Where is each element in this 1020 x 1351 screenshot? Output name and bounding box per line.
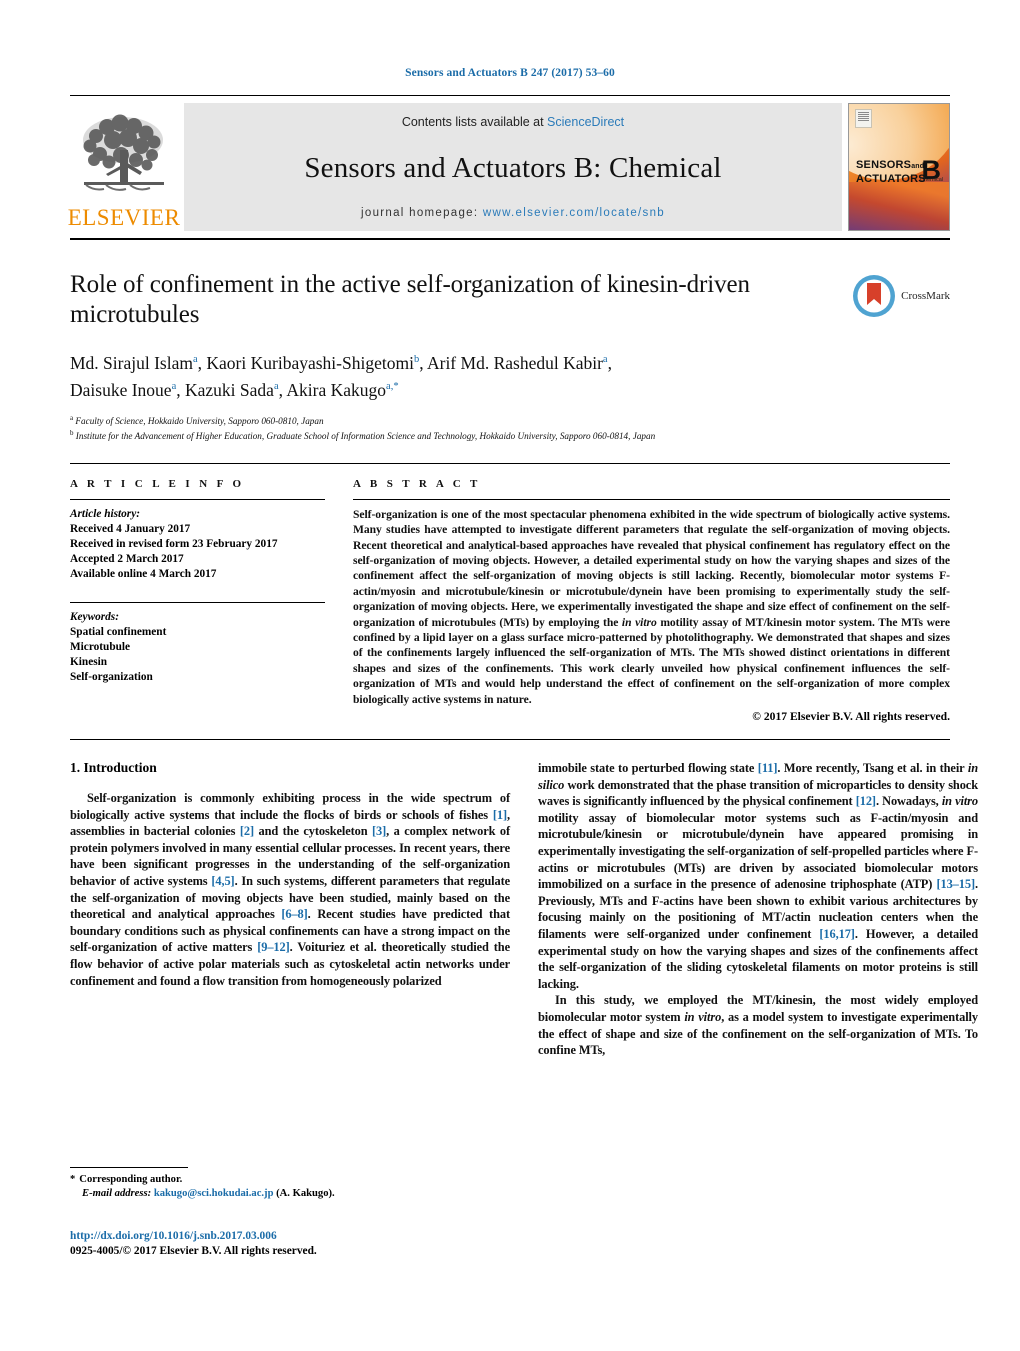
asterisk-marker: * [70,1174,76,1185]
footnote-rule [70,1167,188,1168]
article-history-item: Available online 4 March 2017 [70,567,217,580]
homepage-url-link[interactable]: www.elsevier.com/locate/snb [483,207,665,219]
email-suffix: (A. Kakugo). [276,1188,335,1199]
author-line-1: Md. Sirajul Islama, Kaori Kuribayashi-Sh… [70,352,612,373]
article-history-title: Article history: [70,507,140,520]
running-head: Sensors and Actuators B 247 (2017) 53–60 [405,67,615,79]
keywords-title: Keywords: [70,610,119,623]
info-abstract-row: A R T I C L E I N F O Article history: R… [70,464,950,723]
abstract-body: Self-organization is one of the most spe… [353,507,950,707]
abstract-italic-invitro: in vitro [621,615,657,629]
article-history-item: Accepted 2 March 2017 [70,552,184,565]
doi-block: http://dx.doi.org/10.1016/j.snb.2017.03.… [70,1229,510,1259]
page-title: Role of confinement in the active self-o… [70,271,750,328]
journal-masthead: ELSEVIER Contents lists available at Sci… [67,95,950,240]
cover-title-line1: SENSORS [856,159,912,172]
keywords-block: Keywords: Spatial confinement Microtubul… [70,601,325,685]
issn-copyright-line: 0925-4005/© 2017 Elsevier B.V. All right… [70,1245,317,1257]
article-info-column: A R T I C L E I N F O Article history: R… [70,478,325,723]
section-heading-introduction: 1. Introduction [70,760,157,776]
corresponding-author-line: * Corresponding author. [70,1173,510,1187]
affiliation-b: b Institute for the Advancement of Highe… [70,429,656,442]
email-link[interactable]: kakugo@sci.hokudai.ac.jp [154,1188,274,1199]
abstract-part-1: Self-organization is one of the most spe… [353,507,950,629]
elsevier-wordmark: ELSEVIER [67,205,181,230]
article-title-block: Role of confinement in the active self-o… [70,270,950,443]
article-info-rule [70,498,325,500]
cover-subtitle: Chemical [920,177,943,184]
cover-title: SENSORSand ACTUATORS [856,159,926,186]
abstract-rule [353,498,950,500]
crossmark-label: CrossMark [901,290,950,302]
journal-cover-thumbnail: SENSORSand ACTUATORS B Chemical [848,103,950,231]
journal-title: Sensors and Actuators B: Chemical [304,151,722,184]
keyword-item: Kinesin [70,655,108,668]
abstract-heading: A B S T R A C T [353,477,481,490]
author-list: Md. Sirajul Islama, Kaori Kuribayashi-Sh… [70,348,860,402]
abstract-column: A B S T R A C T Self-organization is one… [353,478,950,723]
corresponding-author-label: Corresponding author. [79,1174,183,1185]
journal-title-box: Contents lists available at ScienceDirec… [184,103,842,231]
email-label: E-mail address: [82,1188,152,1199]
article-history-item: Received 4 January 2017 [70,522,191,535]
contents-available-line: Contents lists available at ScienceDirec… [402,115,624,129]
journal-homepage-line: journal homepage: www.elsevier.com/locat… [361,207,665,219]
author-line-2: Daisuke Inouea, Kazuki Sadaa, Akira Kaku… [70,379,399,400]
keyword-item: Self-organization [70,670,153,683]
homepage-prefix: journal homepage: [361,207,483,219]
article-info-heading: A R T I C L E I N F O [70,477,245,490]
cover-elsevier-mini-logo [855,109,872,128]
paragraph: Self-organization is commonly exhibiting… [70,791,510,988]
paper-page: Sensors and Actuators B 247 (2017) 53–60 [0,0,1020,1351]
body-left-column: 1. Introduction Self-organization is com… [70,760,510,1059]
cover-bottom-gradient [849,182,949,230]
body-right-column: immobile state to perturbed flowing stat… [538,760,978,1059]
keyword-item: Microtubule [70,640,131,653]
body-top-rule [70,739,950,741]
article-history-item: Received in revised form 23 February 201… [70,537,278,550]
masthead-bottom-rule [70,238,950,240]
doi-link[interactable]: http://dx.doi.org/10.1016/j.snb.2017.03.… [70,1229,510,1244]
email-line: E-mail address: kakugo@sci.hokudai.ac.jp… [70,1187,510,1201]
abstract-part-2: motility assay of MT/kinesin motor syste… [353,615,950,706]
abstract-copyright: © 2017 Elsevier B.V. All rights reserved… [752,710,950,724]
keywords-rule [70,601,325,603]
crossmark-icon [853,275,896,317]
elsevier-logo: ELSEVIER [67,103,181,231]
sciencedirect-link[interactable]: ScienceDirect [547,115,624,129]
masthead-top-rule [70,95,950,96]
affiliations: a Faculty of Science, Hokkaido Universit… [70,412,900,443]
elsevier-tree-icon [83,114,164,191]
contents-prefix: Contents lists available at [401,115,548,129]
corresponding-author-footnote: * Corresponding author. E-mail address: k… [70,1167,510,1201]
body-columns: 1. Introduction Self-organization is com… [70,760,978,1059]
paragraph: In this study, we employed the MT/kinesi… [538,993,978,1058]
affiliation-a: a Faculty of Science, Hokkaido Universit… [70,413,324,426]
keyword-item: Spatial confinement [70,625,167,638]
paragraph: immobile state to perturbed flowing stat… [538,761,979,991]
cover-title-line2: ACTUATORS [856,173,926,186]
crossmark-badge[interactable]: CrossMark [852,274,950,318]
